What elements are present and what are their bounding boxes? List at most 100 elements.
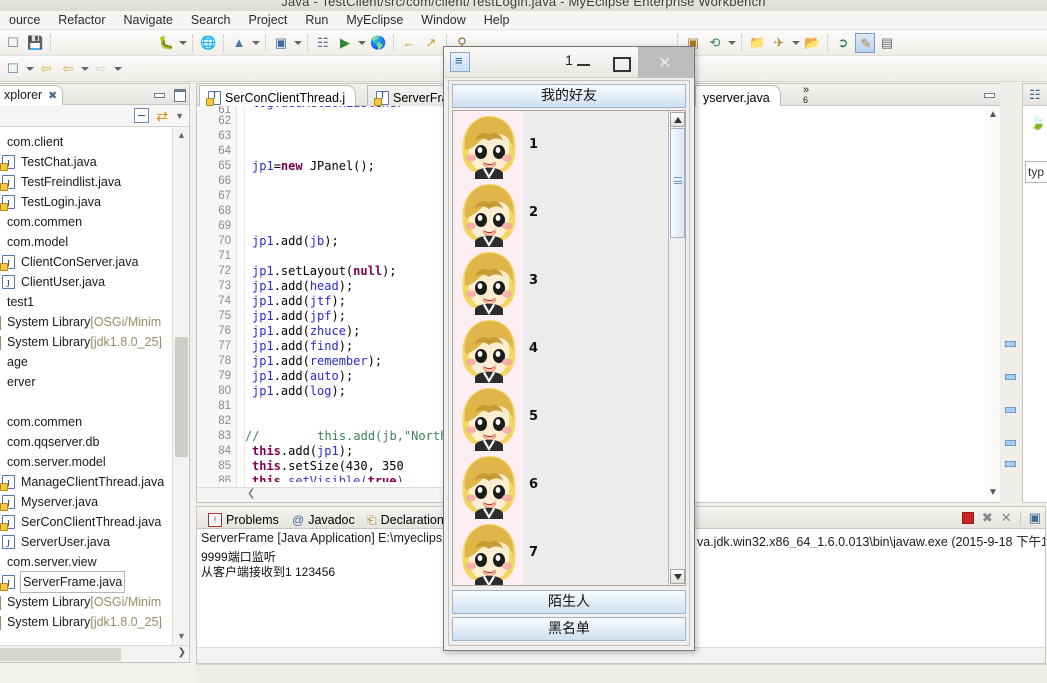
tree-item[interactable] [0,392,172,412]
tree-item[interactable]: ClientConServer.java [0,252,172,275]
new-file-icon[interactable]: ☐ [3,33,23,53]
secondary-editor-body[interactable] [695,106,1019,502]
scroll-thumb[interactable] [670,128,685,238]
dialog-minimize-button[interactable] [566,47,602,78]
pointer-icon[interactable]: ➲ [833,33,853,53]
forward-nav-icon[interactable]: ↗ [421,33,441,53]
tab-blacklist[interactable]: 黑名单 [452,617,686,641]
deploy-dropdown-icon[interactable] [250,33,261,53]
dialog-close-button[interactable] [638,47,694,78]
tab-my-friends[interactable]: 我的好友 [452,84,686,108]
tree-item[interactable]: ClientUser.java [0,272,172,295]
minimize-view-icon[interactable] [982,88,995,100]
tree-item[interactable]: System Library [jdk1.8.0_25] [0,332,172,352]
menu-item-myeclipse[interactable]: MyEclipse [337,11,412,29]
remove-all-terminated-button[interactable]: ✕ [1001,510,1012,526]
new-wizard-icon[interactable]: ☷ [313,33,333,53]
refresh-green-icon[interactable]: ⟲ [705,33,725,53]
server-dropdown-icon[interactable] [292,33,303,53]
tree-item[interactable]: ManageClientThread.java [0,472,172,495]
tree-item[interactable]: ServerUser.java [0,532,172,555]
open-resource-icon[interactable]: 📂 [802,33,822,53]
debug-icon[interactable]: 🐛 [156,33,176,53]
friend-list-item[interactable]: 1 [453,111,667,179]
save-icon[interactable]: 💾 [25,33,45,53]
menu-item-refactor[interactable]: Refactor [49,11,114,29]
tree-item[interactable]: System Library [OSGi/Minim [0,312,172,332]
hscroll-thumb[interactable] [0,648,121,661]
tree-item[interactable]: com.server.view [0,552,172,572]
menu-item-project[interactable]: Project [239,11,296,29]
link-with-editor-icon[interactable]: ⇄ [156,109,168,123]
open-type-icon[interactable]: 📁 [747,33,767,53]
tree-item[interactable]: TestLogin.java [0,192,172,215]
tree-item[interactable]: System Library [jdk1.8.0_25] [0,612,172,632]
debug-dropdown-icon[interactable] [177,33,188,53]
tree-item[interactable]: com.server.model [0,452,172,472]
tree-item[interactable]: TestFreindlist.java [0,172,172,195]
collapse-all-icon[interactable] [134,108,150,123]
friend-list-item[interactable]: 4 [453,315,667,383]
perspective-java-icon[interactable]: ✎ [855,32,875,53]
next-dropdown-icon[interactable] [112,59,123,79]
perspective-other-icon[interactable]: ▤ [877,33,897,53]
tree-item[interactable]: com.commen [0,212,172,232]
friend-list-item[interactable]: 3 [453,247,667,315]
tree-item[interactable]: com.client [0,132,172,152]
tab-strangers[interactable]: 陌生人 [452,590,686,614]
friend-list-item[interactable]: 7 [453,519,667,585]
globe-icon[interactable]: 🌎 [368,33,388,53]
rocket-icon[interactable]: ✈ [769,33,789,53]
friend-list-item[interactable]: 5 [453,383,667,451]
menu-item-help[interactable]: Help [475,11,519,29]
more-tabs-chevron[interactable]: » 6 [803,85,809,106]
deploy-icon[interactable]: ▲ [229,33,249,53]
server-icon[interactable]: ▣ [271,33,291,53]
minimize-view-icon[interactable] [152,88,165,100]
tree-item[interactable]: ServerFrame.java [0,571,172,595]
scroll-up-icon[interactable] [670,112,685,127]
tree-item[interactable]: com.qqserver.db [0,432,172,452]
scroll-up-icon[interactable]: ▲ [173,127,190,144]
friend-list[interactable]: 1 2 3 4 5 6 7 [452,110,686,586]
scroll-left-icon[interactable]: ❮ [247,488,255,499]
menu-item-navigate[interactable]: Navigate [115,11,182,29]
dialog-maximize-button[interactable] [602,47,638,78]
maximize-view-icon[interactable] [172,88,186,102]
tree-item[interactable]: age [0,352,172,372]
scroll-up-icon[interactable]: ▲ [988,109,998,120]
editor-tab-myserver[interactable]: yserver.java [695,85,781,106]
editor-tab-0[interactable]: SerConClientThread.j [199,85,357,106]
new-dropdown-icon[interactable] [24,59,35,79]
new-icon[interactable]: ☐ [3,59,23,79]
back-nav-icon[interactable]: ← [399,33,419,53]
tab-declaration[interactable]: ⎗ Declaration [360,508,453,529]
tree-item[interactable]: com.model [0,232,172,252]
refresh-dropdown-icon[interactable] [726,33,737,53]
close-icon[interactable]: ✖ [48,89,57,102]
explorer-vertical-scrollbar[interactable]: ▲ ▼ [172,127,189,645]
run-green-icon[interactable]: ▶ [335,33,355,53]
tree-item[interactable]: erver [0,372,172,392]
scroll-down-icon[interactable]: ▼ [988,487,998,498]
terminate-button[interactable] [961,512,974,524]
menu-item-run[interactable]: Run [296,11,337,29]
back-arrow-icon[interactable]: ⇦ [36,59,56,79]
menu-item-search[interactable]: Search [182,11,240,29]
secondary-vertical-scrollbar[interactable]: ▲ ▼ [985,107,1001,500]
tree-item[interactable]: System Library [OSGi/Minim [0,592,172,612]
view-menu-icon[interactable]: ▼ [175,111,184,121]
open-console-icon[interactable]: ▣ [1029,510,1041,526]
scroll-down-icon[interactable]: ▼ [173,628,190,645]
friend-list-item[interactable]: 2 [453,179,667,247]
forward-arrow-icon[interactable]: ⇦ [58,59,78,79]
tree-item[interactable]: TestChat.java [0,152,172,175]
rocket-dropdown-icon[interactable] [790,33,801,53]
tab-problems[interactable]: ! Problems [201,508,288,529]
outline-icon[interactable]: ☷ [1029,87,1041,103]
tree-item[interactable]: com.commen [0,412,172,432]
tree-item[interactable]: SerConClientThread.java [0,512,172,535]
run-dropdown-icon[interactable] [356,33,367,53]
scroll-down-icon[interactable] [670,569,685,584]
back-dropdown-icon[interactable] [79,59,90,79]
